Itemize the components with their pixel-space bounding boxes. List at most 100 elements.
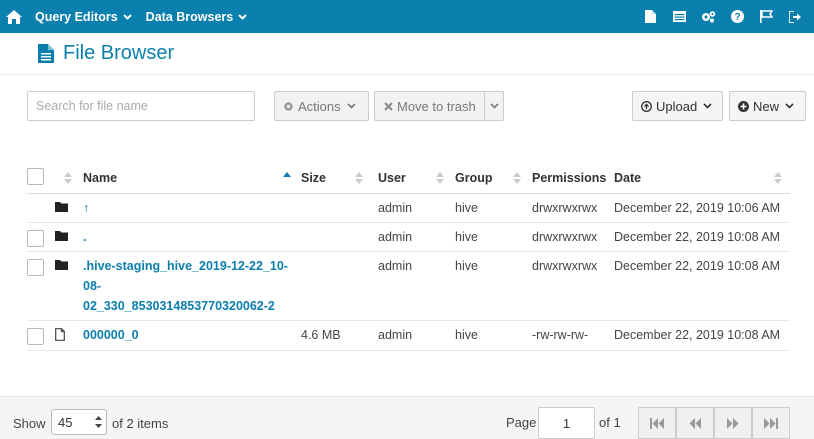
actions-button[interactable]: Actions [274, 91, 369, 121]
group-cell: hive [455, 222, 532, 252]
name-header-label: Name [83, 170, 118, 185]
search-input[interactable] [27, 91, 255, 121]
page-count-text: of 1 [599, 415, 621, 430]
select-all-cell [27, 163, 55, 194]
svg-text:?: ? [734, 12, 740, 23]
type-cell [55, 251, 83, 321]
close-icon [384, 101, 393, 111]
name-cell: 000000_0 [83, 320, 301, 351]
table-icon[interactable] [665, 0, 694, 33]
folder-name-line: 08- [83, 278, 102, 293]
date-header[interactable]: Date [614, 163, 790, 194]
file-name-link[interactable]: 000000_0 [83, 328, 139, 342]
actions-label: Actions [298, 98, 341, 114]
move-to-trash-button[interactable]: Move to trash [374, 91, 484, 121]
name-cell: ↑ [83, 193, 301, 223]
table-header-row: Name Size User Group Permissions Date [27, 163, 790, 194]
chevron-down-icon [238, 13, 247, 20]
logout-icon[interactable] [781, 0, 810, 33]
folder-icon [55, 259, 68, 270]
table-row[interactable]: 000000_0 4.6 MB admin hive -rw-rw-rw- De… [27, 320, 790, 351]
table-row[interactable]: ↑ admin hive drwxrwxrwx December 22, 201… [27, 193, 790, 223]
page-size-select[interactable]: 45 [51, 409, 107, 435]
chevron-down-icon [703, 103, 712, 109]
name-header[interactable]: Name [83, 163, 301, 194]
new-label: New [753, 98, 780, 114]
row-checkbox[interactable] [27, 258, 44, 276]
items-count-text: of 2 items [112, 416, 169, 431]
file-icon [55, 327, 65, 341]
folder-name-line: .hive-staging_hive_2019-12-22_10- [83, 258, 288, 273]
menu-data-browsers[interactable]: Data Browsers [139, 0, 255, 33]
last-page-icon [764, 417, 778, 429]
permissions-cell: drwxrwxrwx [532, 193, 614, 223]
home-icon[interactable] [0, 0, 28, 33]
gears-icon[interactable] [694, 0, 723, 33]
current-directory-link[interactable]: . [83, 230, 86, 244]
table-row[interactable]: . admin hive drwxrwxrwx December 22, 201… [27, 222, 790, 252]
user-header-label: User [378, 170, 406, 185]
date-cell: December 22, 2019 10:08 AM [614, 320, 790, 351]
date-cell: December 22, 2019 10:06 AM [614, 193, 790, 223]
folder-name-link[interactable]: .hive-staging_hive_2019-12-22_10- 08- 02… [83, 259, 288, 313]
size-cell: 4.6 MB [301, 320, 378, 351]
user-cell: admin [378, 193, 455, 223]
group-header[interactable]: Group [455, 163, 532, 194]
chevron-down-icon [122, 13, 132, 20]
select-all-checkbox[interactable] [27, 167, 44, 185]
name-cell: . [83, 222, 301, 252]
row-checkbox[interactable] [27, 229, 44, 247]
group-cell: hive [455, 320, 532, 351]
type-cell [55, 222, 83, 252]
checkbox-cell [27, 251, 55, 321]
flag-icon[interactable] [752, 0, 781, 33]
menu-query-editors[interactable]: Query Editors [28, 0, 139, 33]
sort-icon [436, 172, 444, 184]
size-cell [301, 251, 378, 321]
type-cell [55, 320, 83, 351]
first-page-button[interactable] [638, 407, 676, 439]
page-header: File Browser [0, 33, 814, 75]
parent-directory-link[interactable]: ↑ [83, 201, 89, 215]
chevron-down-icon [785, 103, 794, 109]
group-header-label: Group [455, 170, 493, 185]
document-icon[interactable] [636, 0, 665, 33]
page-title: File Browser [63, 42, 175, 64]
file-icon [38, 44, 54, 63]
move-to-trash-label: Move to trash [397, 98, 476, 114]
show-label: Show [13, 416, 46, 431]
top-navbar: Query Editors Data Browsers ? [0, 0, 814, 33]
sort-icon [64, 172, 72, 184]
new-button[interactable]: New [729, 91, 806, 121]
user-header[interactable]: User [378, 163, 455, 194]
first-page-icon [650, 417, 664, 429]
group-cell: hive [455, 251, 532, 321]
date-cell: December 22, 2019 10:08 AM [614, 251, 790, 321]
folder-name-line: 02_330_8530314853770320062-2 [83, 298, 275, 313]
next-page-icon [727, 417, 739, 429]
help-icon[interactable]: ? [723, 0, 752, 33]
date-cell: December 22, 2019 10:08 AM [614, 222, 790, 252]
menu-query-editors-label: Query Editors [35, 9, 118, 24]
trash-options-dropdown[interactable] [484, 91, 504, 121]
permissions-header[interactable]: Permissions [532, 163, 614, 194]
table-row[interactable]: .hive-staging_hive_2019-12-22_10- 08- 02… [27, 251, 790, 321]
previous-page-button[interactable] [676, 407, 714, 439]
page-number-input[interactable] [538, 407, 595, 439]
date-header-label: Date [614, 170, 642, 185]
user-cell: admin [378, 320, 455, 351]
permissions-header-label: Permissions [532, 170, 607, 185]
size-header[interactable]: Size [301, 163, 378, 194]
next-page-button[interactable] [714, 407, 752, 439]
folder-icon [55, 201, 68, 212]
row-checkbox[interactable] [27, 327, 44, 345]
last-page-button[interactable] [752, 407, 790, 439]
checkbox-cell [27, 193, 55, 223]
group-cell: hive [455, 193, 532, 223]
plus-circle-icon [738, 100, 749, 112]
menu-data-browsers-label: Data Browsers [145, 9, 234, 24]
upload-button[interactable]: Upload [632, 91, 723, 121]
type-header[interactable] [55, 163, 83, 194]
sort-ascending-icon [283, 172, 291, 184]
upload-label: Upload [656, 98, 698, 114]
